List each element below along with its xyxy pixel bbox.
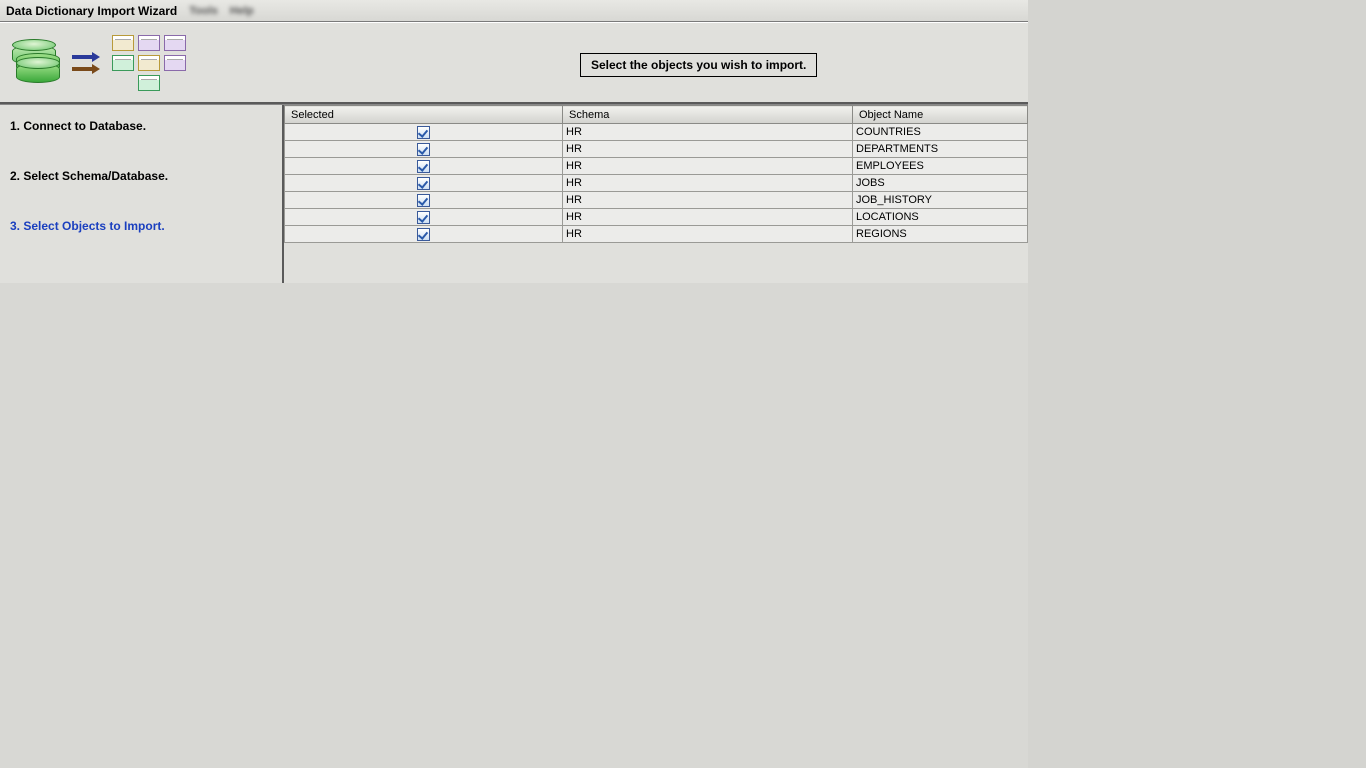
cell-object: JOBS xyxy=(853,175,1028,192)
banner: Select the objects you wish to import. xyxy=(0,22,1028,104)
cell-schema: HR xyxy=(563,158,853,175)
cell-schema: HR xyxy=(563,226,853,243)
table-row[interactable]: HRJOBS xyxy=(285,175,1028,192)
checkbox-icon[interactable] xyxy=(417,228,430,241)
step-connect[interactable]: 1. Connect to Database. xyxy=(10,119,272,133)
step-select-schema[interactable]: 2. Select Schema/Database. xyxy=(10,169,272,183)
cell-object: LOCATIONS xyxy=(853,209,1028,226)
menu-blur-2: Help xyxy=(230,5,254,17)
cell-selected[interactable] xyxy=(285,141,563,158)
content-area: 1. Connect to Database. 2. Select Schema… xyxy=(0,104,1028,283)
objects-table: Selected Schema Object Name HRCOUNTRIESH… xyxy=(284,105,1028,243)
cell-object: JOB_HISTORY xyxy=(853,192,1028,209)
table-body: HRCOUNTRIESHRDEPARTMENTSHREMPLOYEESHRJOB… xyxy=(285,124,1028,243)
main-panel: Selected Schema Object Name HRCOUNTRIESH… xyxy=(284,105,1028,283)
checkbox-icon[interactable] xyxy=(417,126,430,139)
checkbox-icon[interactable] xyxy=(417,143,430,156)
table-row[interactable]: HRJOB_HISTORY xyxy=(285,192,1028,209)
step-select-objects[interactable]: 3. Select Objects to Import. xyxy=(10,219,272,233)
cell-selected[interactable] xyxy=(285,192,563,209)
cell-object: COUNTRIES xyxy=(853,124,1028,141)
header-object[interactable]: Object Name xyxy=(853,106,1028,124)
instruction-text: Select the objects you wish to import. xyxy=(580,53,817,77)
schema-diagram-icon xyxy=(112,35,186,91)
cell-object: REGIONS xyxy=(853,226,1028,243)
cell-schema: HR xyxy=(563,141,853,158)
table-row[interactable]: HRDEPARTMENTS xyxy=(285,141,1028,158)
cell-schema: HR xyxy=(563,192,853,209)
titlebar: Data Dictionary Import Wizard Tools Help xyxy=(0,0,1028,22)
steps-sidebar: 1. Connect to Database. 2. Select Schema… xyxy=(0,105,284,283)
header-schema[interactable]: Schema xyxy=(563,106,853,124)
cell-selected[interactable] xyxy=(285,175,563,192)
cell-object: EMPLOYEES xyxy=(853,158,1028,175)
table-row[interactable]: HRLOCATIONS xyxy=(285,209,1028,226)
header-selected[interactable]: Selected xyxy=(285,106,563,124)
table-row[interactable]: HREMPLOYEES xyxy=(285,158,1028,175)
table-row[interactable]: HRREGIONS xyxy=(285,226,1028,243)
banner-graphic xyxy=(12,35,186,91)
table-row[interactable]: HRCOUNTRIES xyxy=(285,124,1028,141)
wizard-window: Data Dictionary Import Wizard Tools Help xyxy=(0,0,1028,768)
cell-schema: HR xyxy=(563,124,853,141)
cell-selected[interactable] xyxy=(285,209,563,226)
checkbox-icon[interactable] xyxy=(417,194,430,207)
arrow-icon xyxy=(72,53,100,73)
checkbox-icon[interactable] xyxy=(417,160,430,173)
checkbox-icon[interactable] xyxy=(417,177,430,190)
cell-schema: HR xyxy=(563,175,853,192)
window-title: Data Dictionary Import Wizard xyxy=(6,4,177,18)
cell-schema: HR xyxy=(563,209,853,226)
cell-selected[interactable] xyxy=(285,226,563,243)
database-icon xyxy=(12,39,60,87)
cell-object: DEPARTMENTS xyxy=(853,141,1028,158)
menu-blur-1: Tools xyxy=(189,5,218,17)
checkbox-icon[interactable] xyxy=(417,211,430,224)
table-header-row: Selected Schema Object Name xyxy=(285,106,1028,124)
cell-selected[interactable] xyxy=(285,124,563,141)
cell-selected[interactable] xyxy=(285,158,563,175)
